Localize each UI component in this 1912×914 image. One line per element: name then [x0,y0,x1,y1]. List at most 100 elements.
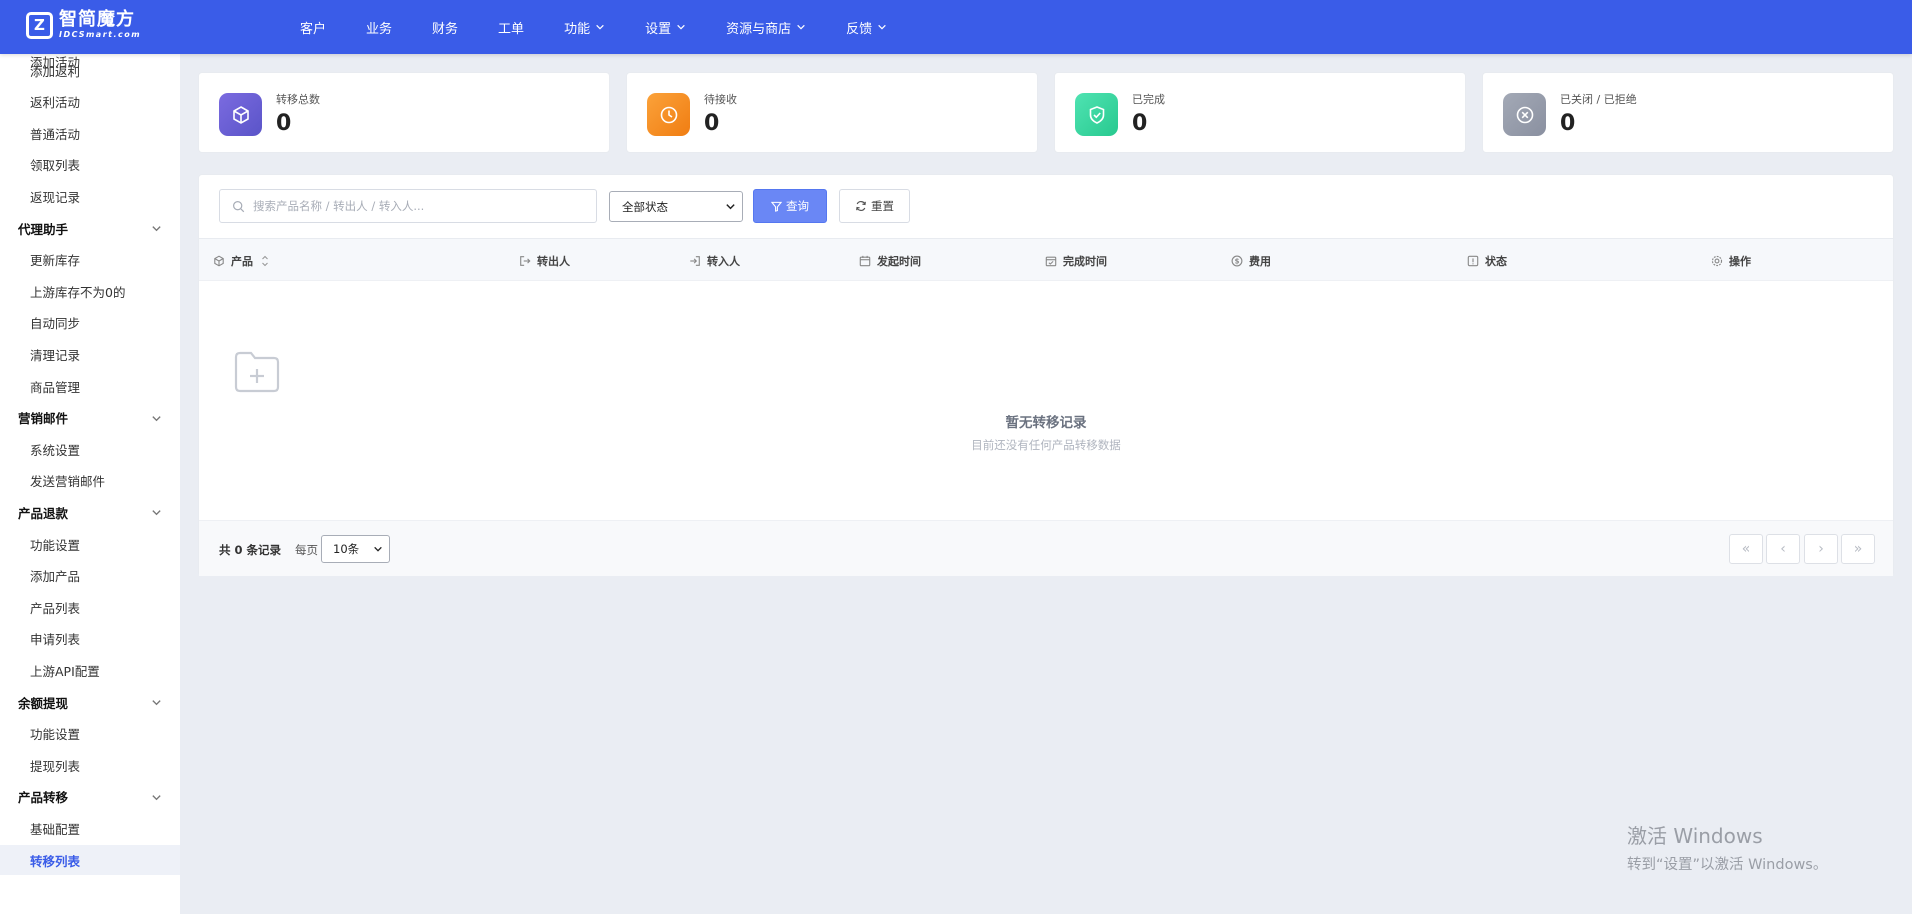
table-header: 产品 转出人 转入人 发起时间 完成时间 $ 费用 状态 操作 [199,238,1893,281]
sidebar-item[interactable]: 转移列表 [0,845,180,875]
column-header-label: 转入人 [707,254,740,268]
nav-item-2[interactable]: 财务 [422,0,468,54]
sidebar-group[interactable]: 产品转移 [0,782,180,812]
dollar-icon: $ [1231,255,1249,267]
brand-name-en: IDCSmart.com [59,30,142,39]
sidebar-item[interactable]: 自动同步 [0,308,180,338]
sidebar-item-label: 返利活动 [30,95,81,111]
status-select-value: 全部状态 [622,199,668,214]
sidebar-item[interactable]: 领取列表 [0,150,180,180]
nav-item-6[interactable]: 资源与商店 [716,0,816,54]
query-button[interactable]: 查询 [753,189,827,223]
nav-item-label: 工单 [498,21,525,37]
column-header[interactable]: 产品 [213,239,275,282]
chevron-down-icon [152,226,161,232]
query-button-label: 查询 [786,199,809,213]
column-header: 转入人 [689,239,740,282]
sidebar-item-label: 添加产品 [30,569,81,585]
column-header: 转出人 [519,239,570,282]
sidebar-item-label: 转移列表 [30,853,81,869]
empty-state-subtitle: 目前还没有任何产品转移数据 [971,438,1121,452]
search-box[interactable] [219,189,597,223]
sort-icon[interactable] [261,254,269,268]
refresh-icon [856,200,866,212]
nav-item-1[interactable]: 业务 [356,0,402,54]
sidebar-item[interactable]: 功能设置 [0,719,180,749]
reset-button-label: 重置 [871,199,894,213]
column-header-label: 状态 [1485,254,1507,268]
sidebar-item[interactable]: 添加返利 [0,55,180,85]
brand-logo[interactable]: Z 智简魔方 IDCSmart.com [26,11,141,39]
chevron-down-icon [726,204,735,210]
cube-icon [213,255,231,267]
sidebar-item[interactable]: 上游库存不为0的 [0,276,180,306]
sidebar-item[interactable]: 申请列表 [0,624,180,654]
sidebar-item[interactable]: 返利活动 [0,87,180,117]
nav-item-label: 业务 [366,21,393,37]
sidebar-item[interactable]: 提现列表 [0,750,180,780]
nav-item-4[interactable]: 功能 [554,0,615,54]
pagination-bar: 共 0 条记录 每页 10条 «‹ ›» [199,520,1893,576]
prev-page-button[interactable]: ‹ [1766,534,1800,564]
sidebar-group-label: 产品退款 [18,505,69,521]
sidebar-group[interactable]: 代理助手 [0,213,180,243]
sidebar-item-label: 添加返利 [30,63,81,79]
per-page-value: 10条 [333,542,360,556]
status-select[interactable]: 全部状态 [609,191,743,222]
clock-icon [647,93,690,136]
main-nav: 客户 业务 财务 工单 功能 设置 资源与商店 反馈 [280,0,907,54]
sidebar-item[interactable]: 添加产品 [0,561,180,591]
search-input[interactable] [253,199,583,213]
sidebar-item[interactable]: 发送营销邮件 [0,466,180,496]
chevron-down-icon [878,24,886,30]
sidebar-group[interactable]: 余额提现 [0,687,180,717]
last-page-button[interactable]: » [1841,534,1875,564]
sidebar-item-label: 发送营销邮件 [30,474,106,490]
next-page-button[interactable]: › [1804,534,1838,564]
column-header-label: 完成时间 [1063,254,1107,268]
sidebar-item-label: 申请列表 [30,632,81,648]
stat-label: 已关闭 / 已拒绝 [1560,93,1637,106]
nav-item-7[interactable]: 反馈 [836,0,897,54]
sidebar-group-label: 余额提现 [18,695,69,711]
sidebar-group[interactable]: 营销邮件 [0,403,180,433]
svg-text:$: $ [1235,257,1240,265]
empty-folder-icon [233,350,281,398]
sidebar-item[interactable]: 商品管理 [0,371,180,401]
nav-item-5[interactable]: 设置 [635,0,696,54]
empty-state-title: 暂无转移记录 [1005,415,1087,431]
sidebar-group[interactable]: 产品退款 [0,497,180,527]
sidebar-item[interactable]: 普通活动 [0,118,180,148]
sidebar-item[interactable]: 功能设置 [0,529,180,559]
column-header: 操作 [1711,239,1751,282]
nav-item-0[interactable]: 客户 [290,0,336,54]
nav-item-label: 客户 [300,21,327,37]
sidebar-item[interactable]: 清理记录 [0,339,180,369]
per-page-select[interactable]: 10条 [321,535,390,563]
sidebar-item-label: 功能设置 [30,727,81,743]
sidebar-item-label: 基础配置 [30,821,81,837]
calendar-icon [859,255,877,267]
sidebar-item-label: 商品管理 [30,379,81,395]
sidebar-item[interactable]: 更新库存 [0,245,180,275]
stat-value: 0 [1132,111,1148,136]
sidebar-item-label: 清理记录 [30,347,81,363]
sidebar-item[interactable]: 基础配置 [0,813,180,843]
column-header: $ 费用 [1231,239,1271,282]
stat-card: 已关闭 / 已拒绝 0 [1482,72,1894,153]
first-page-button[interactable]: « [1729,534,1763,564]
sidebar-item[interactable]: 产品列表 [0,592,180,622]
reset-button[interactable]: 重置 [839,189,910,223]
chevron-down-icon [152,415,161,421]
column-header: 完成时间 [1045,239,1107,282]
sidebar-item[interactable]: 返现记录 [0,181,180,211]
sidebar-group-label: 营销邮件 [18,411,69,427]
sidebar-item[interactable]: 上游API配置 [0,655,180,685]
logout-icon [519,255,537,267]
sidebar-item[interactable]: 系统设置 [0,434,180,464]
chevron-down-icon [374,546,382,552]
sidebar-group-label: 产品转移 [18,790,69,806]
stat-value: 0 [1560,111,1576,136]
nav-item-3[interactable]: 工单 [488,0,534,54]
sidebar-item-label: 更新库存 [30,253,81,269]
